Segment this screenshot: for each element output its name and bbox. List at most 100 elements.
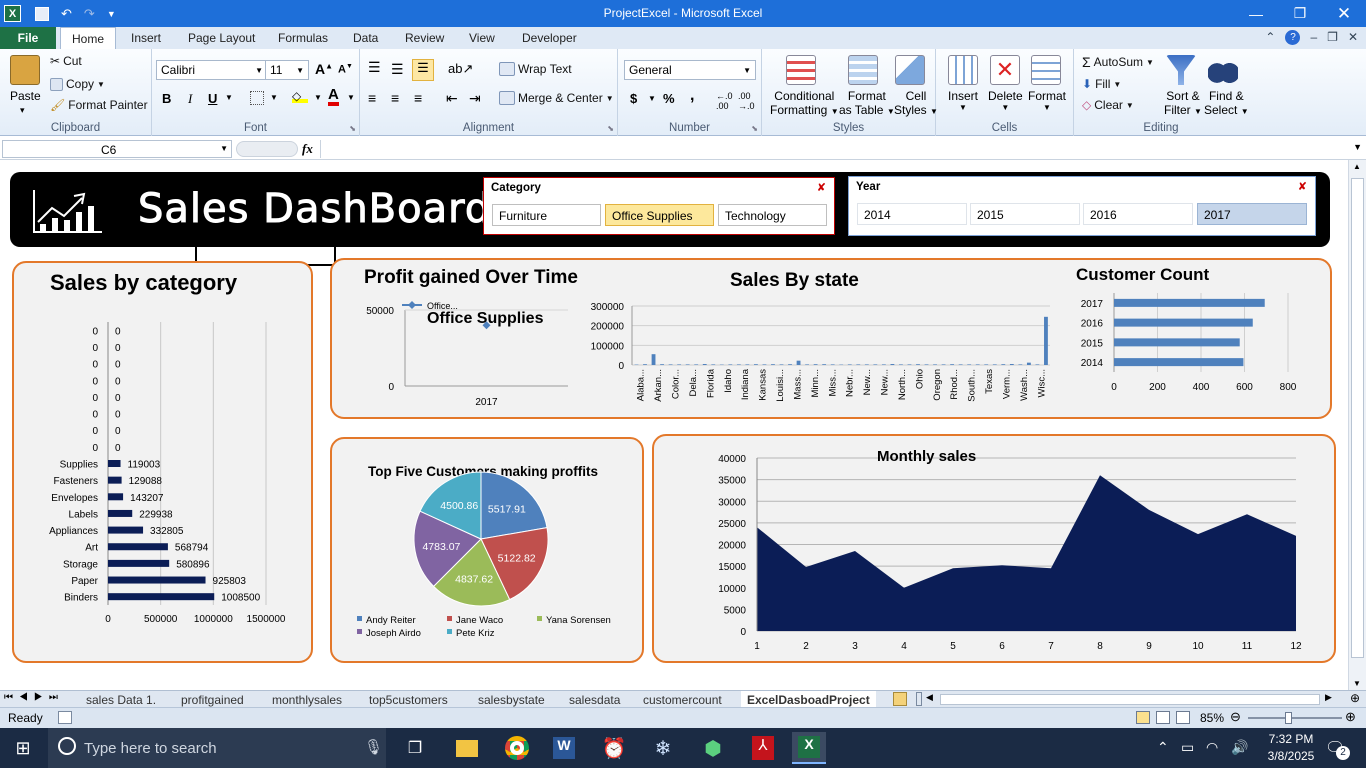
- tab-home[interactable]: Home: [60, 27, 116, 49]
- wifi-icon[interactable]: ◠: [1206, 739, 1218, 756]
- clear-category-filter-icon[interactable]: ✘: [817, 181, 826, 194]
- insert-sheet-icon[interactable]: [893, 692, 907, 706]
- slicer-2015[interactable]: 2015: [970, 203, 1080, 225]
- decrease-decimal-icon[interactable]: .00 →.0: [738, 91, 755, 111]
- tab-split-handle[interactable]: [916, 692, 922, 706]
- slicer-2017[interactable]: 2017: [1197, 203, 1307, 225]
- hscroll-left-icon[interactable]: ◀: [926, 692, 933, 703]
- show-hidden-icons-icon[interactable]: ⌃: [1157, 739, 1169, 756]
- currency-button[interactable]: $: [630, 91, 637, 106]
- clear-year-filter-icon[interactable]: ✘: [1298, 180, 1307, 193]
- macro-record-icon[interactable]: [58, 711, 72, 724]
- snowflake-app-icon[interactable]: ❄: [646, 732, 680, 764]
- format-as-table-button[interactable]: Format as Table ▼: [839, 89, 895, 117]
- percent-button[interactable]: %: [663, 91, 675, 106]
- insert-function-button[interactable]: fx: [302, 141, 313, 157]
- word-icon[interactable]: W: [547, 732, 581, 764]
- scroll-up-icon[interactable]: ▲: [1353, 162, 1361, 171]
- normal-view-icon[interactable]: [1136, 711, 1150, 724]
- zoom-level[interactable]: 85%: [1200, 711, 1224, 725]
- autosum-dropdown-icon[interactable]: ▼: [1146, 58, 1154, 67]
- slicer-technology[interactable]: Technology: [718, 204, 827, 226]
- font-name-combo[interactable]: Calibri ▼: [156, 60, 268, 80]
- tab-data[interactable]: Data: [353, 27, 378, 49]
- tab-formulas[interactable]: Formulas: [278, 27, 328, 49]
- taskbar-search-box[interactable]: Type here to search 🎙: [48, 728, 386, 768]
- horizontal-scroll-thumb[interactable]: [940, 694, 1320, 705]
- zoom-slider[interactable]: [1248, 717, 1342, 719]
- paste-button[interactable]: Paste: [10, 89, 41, 103]
- wrap-text-button[interactable]: Wrap Text: [518, 62, 572, 76]
- conditional-formatting-button[interactable]: Conditional Formatting ▼: [770, 89, 839, 117]
- clock-time[interactable]: 7:32 PM: [1260, 732, 1322, 746]
- orientation-icon[interactable]: ab↗: [448, 61, 473, 77]
- help-icon[interactable]: ?: [1285, 30, 1301, 45]
- vertical-scroll-thumb[interactable]: [1351, 178, 1364, 658]
- merge-dropdown-icon[interactable]: ▼: [606, 94, 614, 103]
- zoom-slider-thumb[interactable]: [1285, 712, 1292, 724]
- find-select-icon[interactable]: [1208, 55, 1238, 85]
- slicer-2014[interactable]: 2014: [857, 203, 967, 225]
- sheet-tab[interactable]: salesdata: [569, 691, 620, 708]
- slicer-furniture[interactable]: Furniture: [492, 204, 601, 226]
- tab-developer[interactable]: Developer: [522, 27, 577, 49]
- format-painter-button[interactable]: Format Painter: [68, 98, 147, 112]
- comma-button[interactable]: ,: [690, 87, 694, 105]
- alignment-launcher-icon[interactable]: ⬊: [607, 124, 614, 133]
- restore-button[interactable]: ❐: [1278, 0, 1322, 27]
- italic-button[interactable]: I: [188, 91, 192, 107]
- workbook-restore-icon[interactable]: ❐: [1327, 30, 1338, 45]
- chrome-icon[interactable]: [500, 732, 534, 764]
- slicer-office-supplies[interactable]: Office Supplies: [605, 204, 714, 226]
- task-view-icon[interactable]: ❐: [398, 732, 432, 764]
- align-top-icon[interactable]: ☰: [368, 59, 381, 76]
- workbook-close-icon[interactable]: ✕: [1348, 30, 1358, 45]
- tab-file[interactable]: File: [0, 27, 56, 49]
- sheet-tab[interactable]: profitgained: [181, 691, 244, 708]
- formula-bar-resize-handle[interactable]: [236, 141, 298, 157]
- formula-input[interactable]: [320, 140, 1348, 158]
- borders-dropdown-icon[interactable]: ▼: [270, 93, 278, 102]
- align-middle-icon[interactable]: ☰: [391, 61, 404, 78]
- sheet-nav-arrows-icon[interactable]: ⏮◀▶⏭: [4, 692, 64, 703]
- fill-button[interactable]: Fill: [1095, 77, 1110, 91]
- paste-icon[interactable]: [10, 55, 40, 85]
- currency-dropdown-icon[interactable]: ▼: [648, 94, 656, 103]
- battery-icon[interactable]: ▭: [1181, 739, 1194, 756]
- number-format-combo[interactable]: General ▼: [624, 60, 756, 80]
- cell-styles-button[interactable]: Cell Styles ▼: [894, 89, 938, 117]
- shrink-font-icon[interactable]: A▼: [338, 63, 353, 76]
- find-select-button[interactable]: Find & Select ▼: [1204, 89, 1249, 117]
- sheet-tab[interactable]: monthlysales: [272, 691, 342, 708]
- excel-taskbar-icon[interactable]: X: [792, 732, 826, 764]
- format-cells-icon[interactable]: [1031, 55, 1061, 85]
- zoom-out-icon[interactable]: ⊖: [1230, 709, 1241, 725]
- format-as-table-icon[interactable]: [848, 55, 878, 85]
- format-cells-button[interactable]: Format ▼: [1028, 89, 1066, 112]
- windows-start-icon[interactable]: ⊞: [6, 732, 40, 764]
- font-size-combo[interactable]: 11 ▼: [265, 60, 309, 80]
- font-color-icon[interactable]: A: [328, 87, 339, 106]
- name-box[interactable]: C6 ▼: [2, 140, 232, 158]
- increase-indent-icon[interactable]: ⇥: [469, 90, 481, 107]
- workbook-minimize-icon[interactable]: –: [1310, 30, 1317, 45]
- sort-filter-icon[interactable]: [1166, 55, 1196, 85]
- clock-date[interactable]: 3/8/2025: [1260, 749, 1322, 763]
- fill-color-icon[interactable]: ◇: [292, 89, 308, 103]
- clear-button[interactable]: Clear: [1094, 98, 1123, 112]
- font-launcher-icon[interactable]: ⬊: [349, 124, 356, 133]
- file-explorer-icon[interactable]: [450, 732, 484, 764]
- zoom-in-icon[interactable]: ⊕: [1345, 709, 1356, 725]
- underline-button[interactable]: U: [208, 91, 217, 106]
- align-bottom-icon[interactable]: ☰: [412, 59, 434, 81]
- delete-cells-button[interactable]: Delete ▼: [988, 89, 1023, 112]
- close-button[interactable]: ✕: [1322, 0, 1366, 27]
- align-left-icon[interactable]: ≡: [368, 90, 376, 106]
- tab-page-layout[interactable]: Page Layout: [188, 27, 255, 49]
- copy-dropdown-icon[interactable]: ▼: [97, 80, 105, 89]
- increase-decimal-icon[interactable]: ←.0.00: [716, 91, 733, 111]
- merge-center-button[interactable]: Merge & Center: [518, 91, 603, 105]
- decrease-indent-icon[interactable]: ⇤: [446, 90, 458, 107]
- tab-view[interactable]: View: [469, 27, 495, 49]
- insert-cells-icon[interactable]: [948, 55, 978, 85]
